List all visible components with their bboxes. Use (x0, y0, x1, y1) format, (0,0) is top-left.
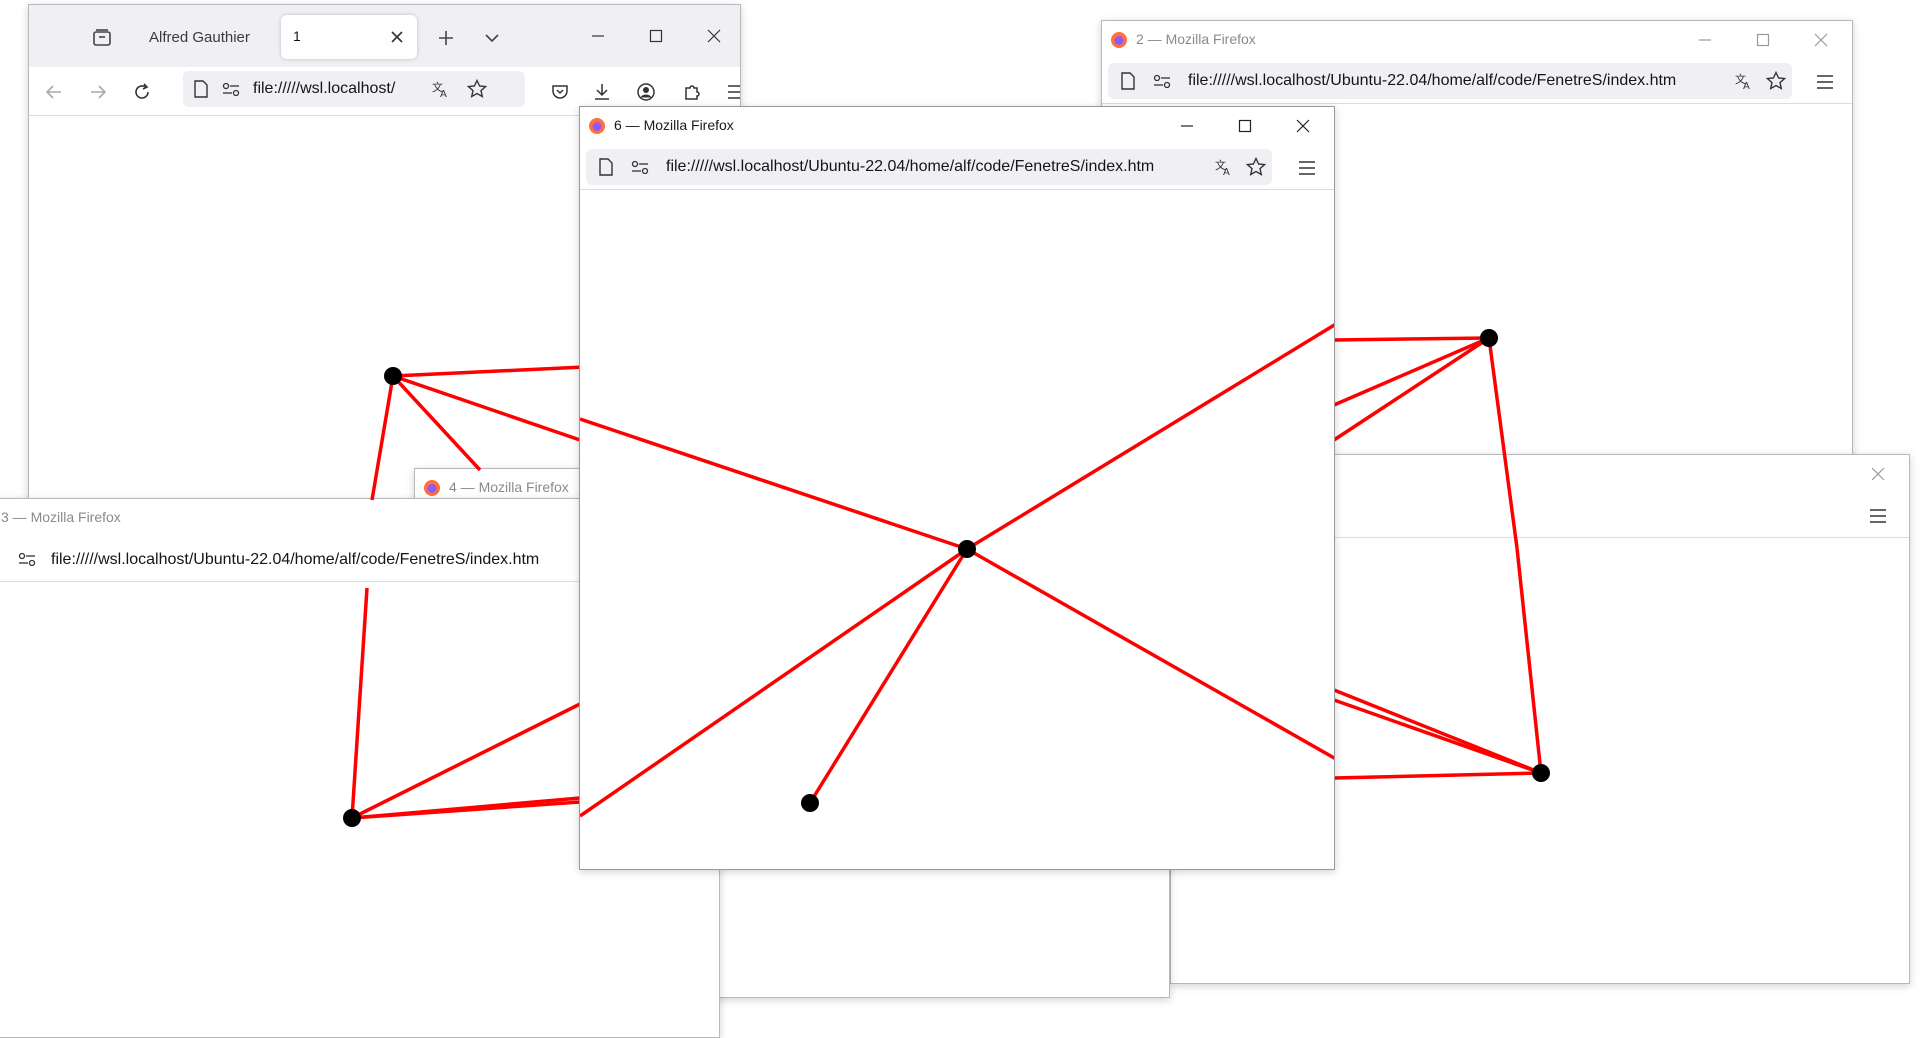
url-text: file://///wsl.localhost/Ubuntu-22.04/hom… (666, 158, 1155, 175)
minimize-button[interactable] (1676, 21, 1734, 59)
firefox-view-icon[interactable] (87, 23, 117, 53)
page-content (580, 190, 1334, 869)
downloads-icon[interactable] (587, 77, 617, 107)
url-text: file://///wsl.localhost/Ubuntu-22.04/hom… (1188, 72, 1677, 89)
forward-arrow-icon[interactable] (81, 75, 115, 109)
graph-edge (580, 547, 968, 818)
graph-edge (966, 547, 1334, 760)
firefox-logo-icon (1111, 32, 1127, 48)
maximize-button[interactable] (627, 17, 685, 55)
svg-text:A: A (1743, 81, 1750, 91)
url-bar[interactable]: file://///wsl.localhost/Ubuntu-22.04/hom… (586, 149, 1272, 185)
window-title: 3 — Mozilla Firefox (1, 509, 121, 525)
url-text: file://///wsl.localhost/ (253, 80, 396, 97)
bookmark-star-icon[interactable] (1244, 155, 1268, 179)
back-arrow-icon[interactable] (37, 75, 71, 109)
menu-hamburger-icon[interactable] (721, 77, 740, 107)
connection-graph (580, 323, 1334, 818)
window-title: 6 — Mozilla Firefox (614, 117, 734, 133)
close-button[interactable] (1792, 21, 1850, 59)
page-icon (596, 157, 616, 177)
nav-bar: file://///wsl.localhost/Ubuntu-22.04/hom… (1102, 59, 1852, 104)
url-bar[interactable]: file://///wsl.localhost/ 文A (183, 71, 525, 107)
permissions-icon[interactable] (1152, 71, 1172, 91)
menu-hamburger-icon[interactable] (1810, 67, 1840, 97)
extensions-icon[interactable] (677, 77, 707, 107)
url-text: file://///wsl.localhost/Ubuntu-22.04/hom… (51, 551, 540, 568)
pocket-icon[interactable] (545, 77, 575, 107)
profile-label[interactable]: Alfred Gauthier (149, 29, 250, 46)
page-icon (191, 79, 211, 99)
graph-node-center (958, 540, 976, 558)
url-bar[interactable]: file://///wsl.localhost/Ubuntu-22.04/hom… (1108, 63, 1792, 99)
maximize-button[interactable] (1216, 107, 1274, 145)
svg-text:A: A (440, 89, 447, 99)
tab-strip: Alfred Gauthier 1 (29, 5, 740, 67)
permissions-icon[interactable] (17, 549, 37, 569)
translate-icon[interactable]: 文A (429, 77, 453, 101)
reload-icon[interactable] (125, 75, 159, 109)
window-title: 4 — Mozilla Firefox (449, 479, 569, 495)
close-button[interactable] (685, 17, 740, 55)
menu-hamburger-icon[interactable] (1863, 501, 1893, 531)
translate-icon[interactable]: 文A (1212, 155, 1236, 179)
permissions-icon[interactable] (221, 79, 241, 99)
permissions-icon[interactable] (630, 157, 650, 177)
bookmark-star-icon[interactable] (465, 77, 489, 101)
account-icon[interactable] (631, 77, 661, 107)
bookmark-star-icon[interactable] (1764, 69, 1788, 93)
window-6: 6 — Mozilla Firefox file://///wsl.localh… (579, 106, 1335, 870)
new-tab-icon[interactable] (431, 23, 461, 53)
close-button[interactable] (1274, 107, 1332, 145)
menu-hamburger-icon[interactable] (1292, 153, 1322, 183)
close-button[interactable] (1849, 455, 1907, 493)
graph-edge (580, 417, 968, 551)
graph-node (801, 794, 819, 812)
nav-bar: file://///wsl.localhost/Ubuntu-22.04/hom… (580, 145, 1334, 190)
title-bar: 6 — Mozilla Firefox (580, 107, 1334, 145)
graph-edge (966, 323, 1334, 551)
page-icon (1118, 71, 1138, 91)
svg-text:A: A (1223, 167, 1230, 177)
title-bar: 2 — Mozilla Firefox (1102, 21, 1852, 59)
translate-icon[interactable]: 文A (1732, 69, 1756, 93)
window-title: 2 — Mozilla Firefox (1136, 31, 1256, 47)
list-tabs-chevron-down-icon[interactable] (477, 23, 507, 53)
firefox-logo-icon (589, 118, 605, 134)
minimize-button[interactable] (569, 17, 627, 55)
tab-label: 1 (293, 28, 301, 44)
tab-1[interactable]: 1 (281, 15, 417, 59)
maximize-button[interactable] (1734, 21, 1792, 59)
firefox-logo-icon (424, 480, 440, 496)
minimize-button[interactable] (1158, 107, 1216, 145)
graph-edge (808, 548, 969, 804)
close-tab-icon[interactable] (387, 27, 407, 47)
